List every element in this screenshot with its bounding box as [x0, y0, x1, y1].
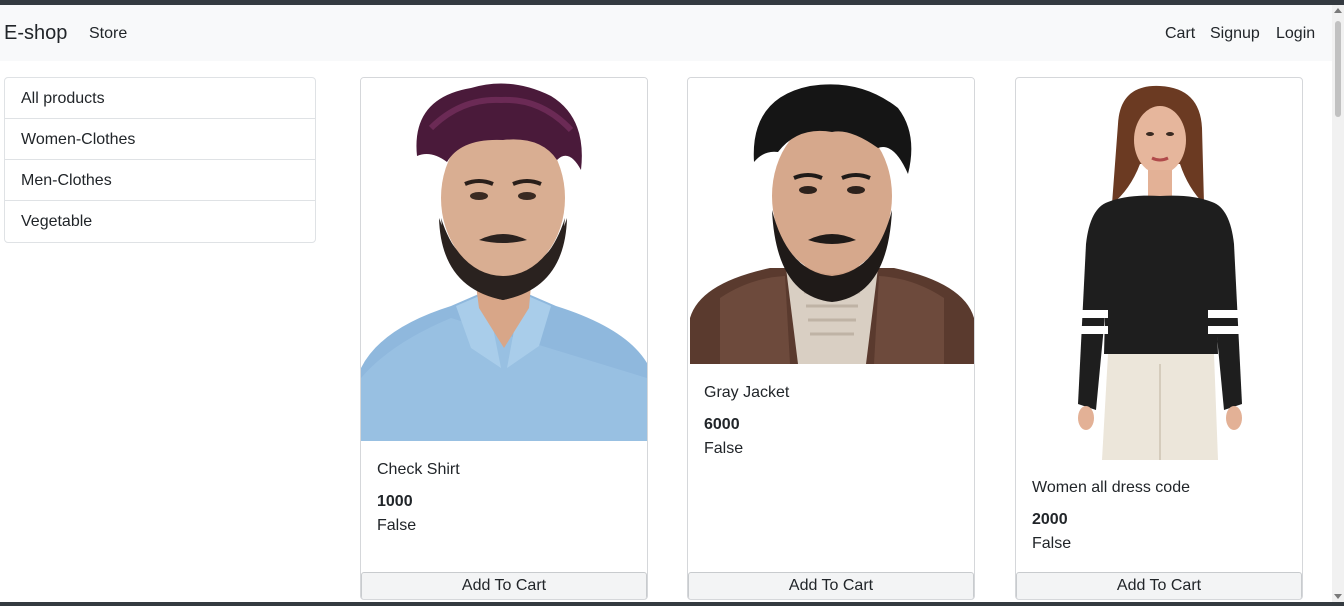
category-men-clothes[interactable]: Men-Clothes — [5, 160, 315, 201]
product-image-woman-black-sweatshirt — [1068, 84, 1248, 460]
add-to-cart-button[interactable]: Add To Cart — [361, 572, 647, 599]
brand-logo[interactable]: E-shop — [4, 22, 67, 45]
product-stock-status: False — [704, 440, 744, 457]
scroll-up-arrow-icon[interactable] — [1334, 8, 1342, 13]
product-price: 2000 — [1032, 511, 1068, 528]
nav-store-link[interactable]: Store — [89, 25, 127, 43]
add-to-cart-button[interactable]: Add To Cart — [1016, 572, 1302, 599]
page-scrollbar[interactable] — [1332, 5, 1344, 602]
product-image-man-leather-jacket — [690, 78, 974, 364]
product-title[interactable]: Women all dress code — [1032, 479, 1190, 497]
scroll-thumb[interactable] — [1335, 21, 1341, 117]
product-card: Women all dress code 2000 False Add To C… — [1015, 77, 1303, 600]
product-price: 1000 — [377, 493, 413, 510]
nav-signup-link[interactable]: Signup — [1210, 25, 1260, 43]
product-image-man-check-shirt — [361, 78, 647, 441]
window-bottom-border — [0, 602, 1344, 606]
category-women-clothes[interactable]: Women-Clothes — [5, 119, 315, 160]
nav-cart-link[interactable]: Cart — [1165, 25, 1195, 43]
navbar: E-shop Store Cart Signup Login — [0, 5, 1332, 61]
product-card: Check Shirt 1000 False Add To Cart — [360, 77, 648, 600]
product-price: 6000 — [704, 416, 740, 433]
product-title[interactable]: Gray Jacket — [704, 384, 789, 402]
category-all-products[interactable]: All products — [5, 78, 315, 119]
category-vegetable[interactable]: Vegetable — [5, 201, 315, 242]
product-stock-status: False — [1032, 535, 1072, 552]
product-title[interactable]: Check Shirt — [377, 461, 460, 479]
add-to-cart-button[interactable]: Add To Cart — [688, 572, 974, 599]
product-stock-status: False — [377, 517, 417, 534]
product-card: Gray Jacket 6000 False Add To Cart — [687, 77, 975, 600]
category-list: All products Women-Clothes Men-Clothes V… — [4, 77, 316, 243]
nav-login-link[interactable]: Login — [1276, 25, 1315, 43]
scroll-down-arrow-icon[interactable] — [1334, 594, 1342, 599]
